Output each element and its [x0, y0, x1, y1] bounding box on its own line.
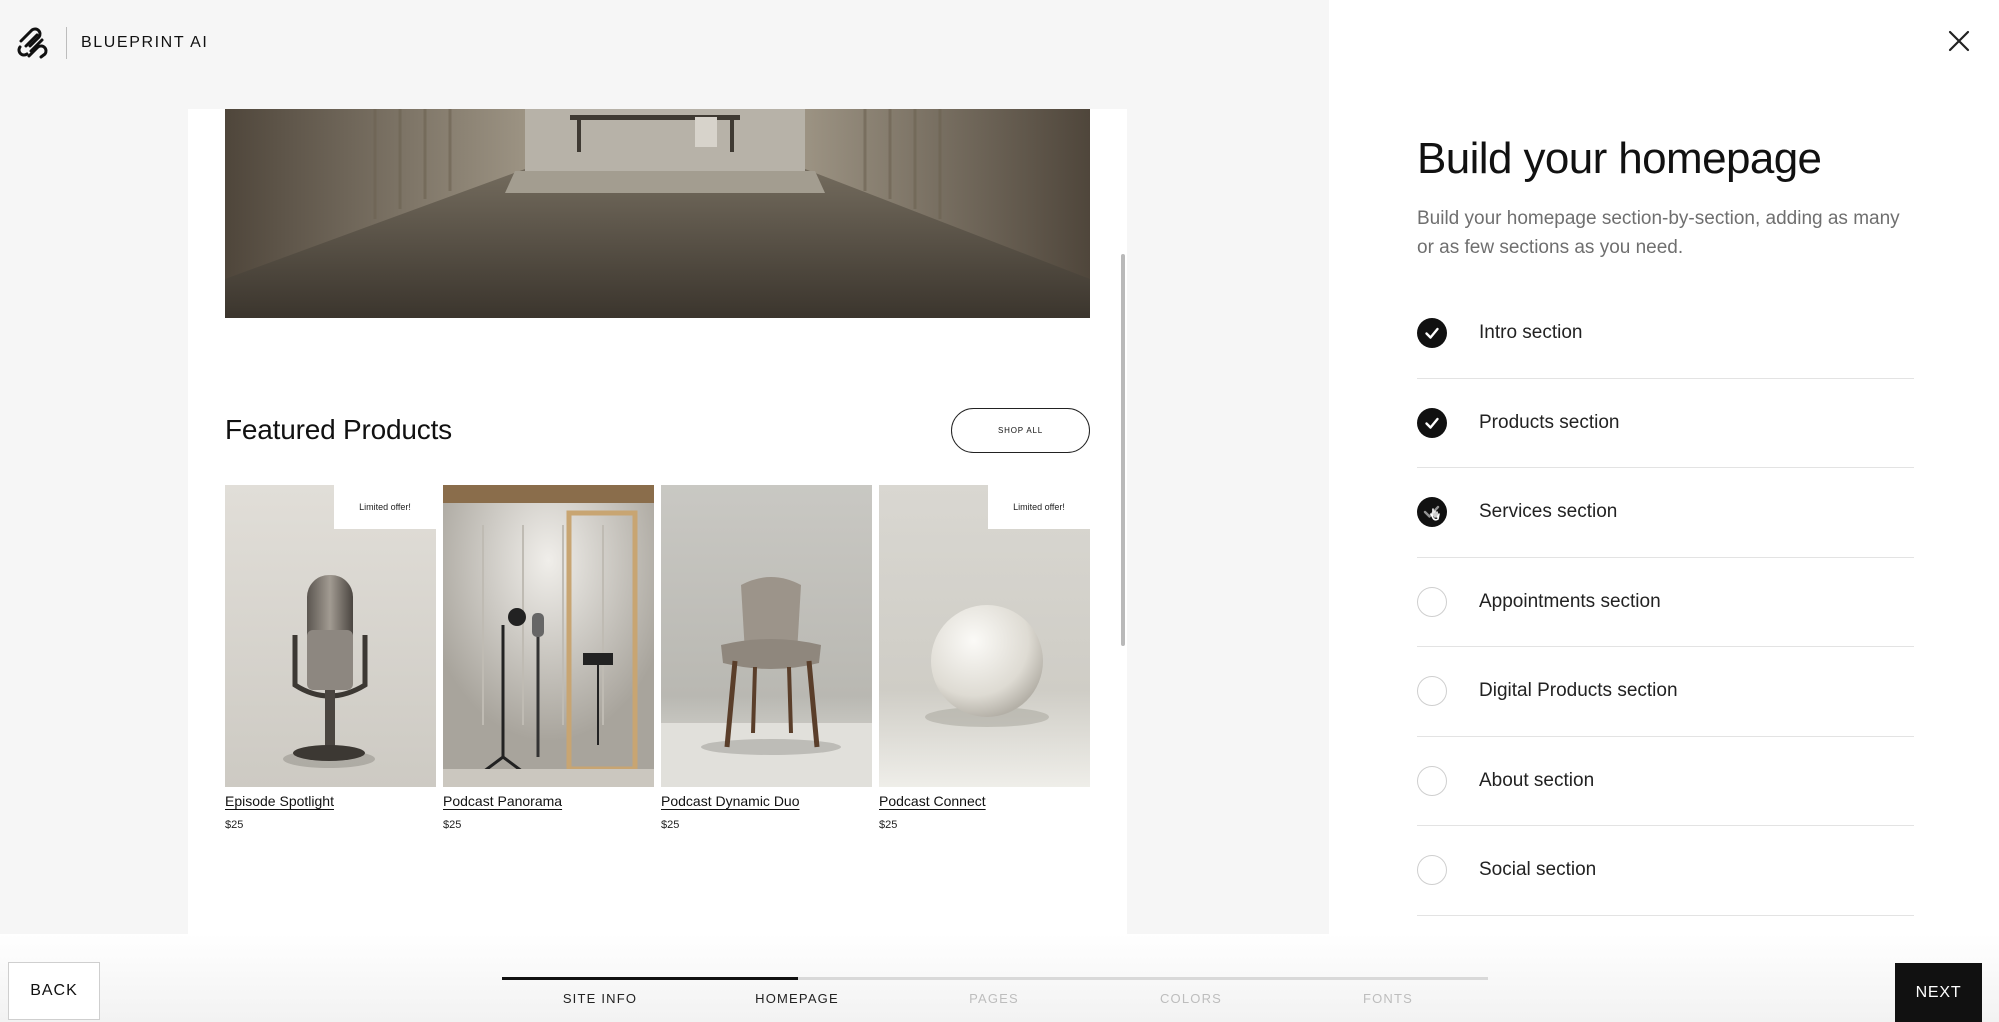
section-item-services[interactable]: Services section	[1417, 468, 1914, 558]
hero-image	[225, 109, 1090, 318]
product-card[interactable]: Podcast Dynamic Duo $25	[661, 485, 872, 831]
section-label: Social section	[1479, 859, 1597, 881]
product-card[interactable]: Limited offer! Episode Spotlight $25	[225, 485, 436, 831]
checkbox-empty-icon[interactable]	[1417, 586, 1447, 617]
product-image-microphone[interactable]: Limited offer!	[225, 485, 436, 787]
limited-offer-badge: Limited offer!	[334, 485, 436, 529]
checkmark-icon[interactable]	[1417, 407, 1447, 438]
back-button[interactable]: BACK	[8, 962, 100, 1020]
next-button[interactable]: NEXT	[1895, 963, 1982, 1022]
section-item-appointments[interactable]: Appointments section	[1417, 558, 1914, 647]
checkbox-empty-icon[interactable]	[1417, 855, 1447, 886]
section-item-intro[interactable]: Intro section	[1417, 289, 1914, 379]
checkbox-empty-icon[interactable]	[1417, 765, 1447, 796]
step-fonts[interactable]: FONTS	[1308, 991, 1468, 1006]
checkbox-empty-icon[interactable]	[1417, 676, 1447, 707]
section-item-about[interactable]: About section	[1417, 737, 1914, 826]
limited-offer-badge: Limited offer!	[988, 485, 1090, 529]
product-price: $25	[225, 819, 244, 831]
close-icon[interactable]	[1946, 28, 1972, 54]
section-label: Intro section	[1479, 322, 1583, 344]
checkmark-icon[interactable]	[1417, 318, 1447, 349]
panel-title: Build your homepage	[1417, 134, 1822, 183]
step-homepage[interactable]: HOMEPAGE	[717, 991, 877, 1006]
product-grid: Limited offer! Episode Spotlight $25 Pod…	[225, 485, 1090, 831]
product-name-link[interactable]: Episode Spotlight	[225, 793, 334, 809]
preview-scrollbar[interactable]	[1121, 254, 1125, 646]
brand-name: BLUEPRINT AI	[81, 34, 209, 51]
shop-all-button[interactable]: SHOP ALL	[951, 408, 1090, 453]
product-image-sphere[interactable]: Limited offer!	[879, 485, 1090, 787]
product-image-chair[interactable]	[661, 485, 872, 787]
section-item-social[interactable]: Social section	[1417, 826, 1914, 916]
homepage-preview[interactable]: Featured Products SHOP ALL Limited offer…	[188, 109, 1127, 934]
product-name-link[interactable]: Podcast Dynamic Duo	[661, 793, 800, 809]
section-label: Appointments section	[1479, 590, 1661, 612]
section-item-products[interactable]: Products section	[1417, 379, 1914, 468]
product-card[interactable]: Podcast Panorama $25	[443, 485, 654, 831]
step-pages[interactable]: PAGES	[914, 991, 1074, 1006]
brand-divider	[66, 27, 67, 59]
product-name-link[interactable]: Podcast Panorama	[443, 793, 562, 809]
product-price: $25	[879, 819, 898, 831]
checkmark-icon[interactable]	[1417, 497, 1447, 528]
product-image-studio-booth[interactable]	[443, 485, 654, 787]
product-price: $25	[661, 819, 680, 831]
panel-description: Build your homepage section-by-section, …	[1417, 208, 1900, 258]
product-name-link[interactable]: Podcast Connect	[879, 793, 986, 809]
section-label: Services section	[1479, 501, 1618, 523]
step-colors[interactable]: COLORS	[1111, 991, 1271, 1006]
squarespace-logo-icon[interactable]	[17, 26, 51, 60]
section-list: Intro section Products section Services …	[1417, 289, 1914, 916]
product-price: $25	[443, 819, 462, 831]
brand-header: BLUEPRINT AI	[17, 26, 208, 60]
progress-track	[502, 977, 1488, 980]
section-label: Digital Products section	[1479, 680, 1678, 702]
section-item-digital-products[interactable]: Digital Products section	[1417, 647, 1914, 737]
product-card[interactable]: Limited offer! Podcast Connect $25	[879, 485, 1090, 831]
section-label: About section	[1479, 769, 1595, 791]
step-site-info[interactable]: SITE INFO	[520, 991, 680, 1006]
section-label: Products section	[1479, 411, 1620, 433]
featured-products-title: Featured Products	[225, 414, 452, 445]
wizard-footer: BACK SITE INFO HOMEPAGE PAGES COLORS FON…	[0, 934, 1999, 1022]
progress-fill	[502, 977, 798, 980]
